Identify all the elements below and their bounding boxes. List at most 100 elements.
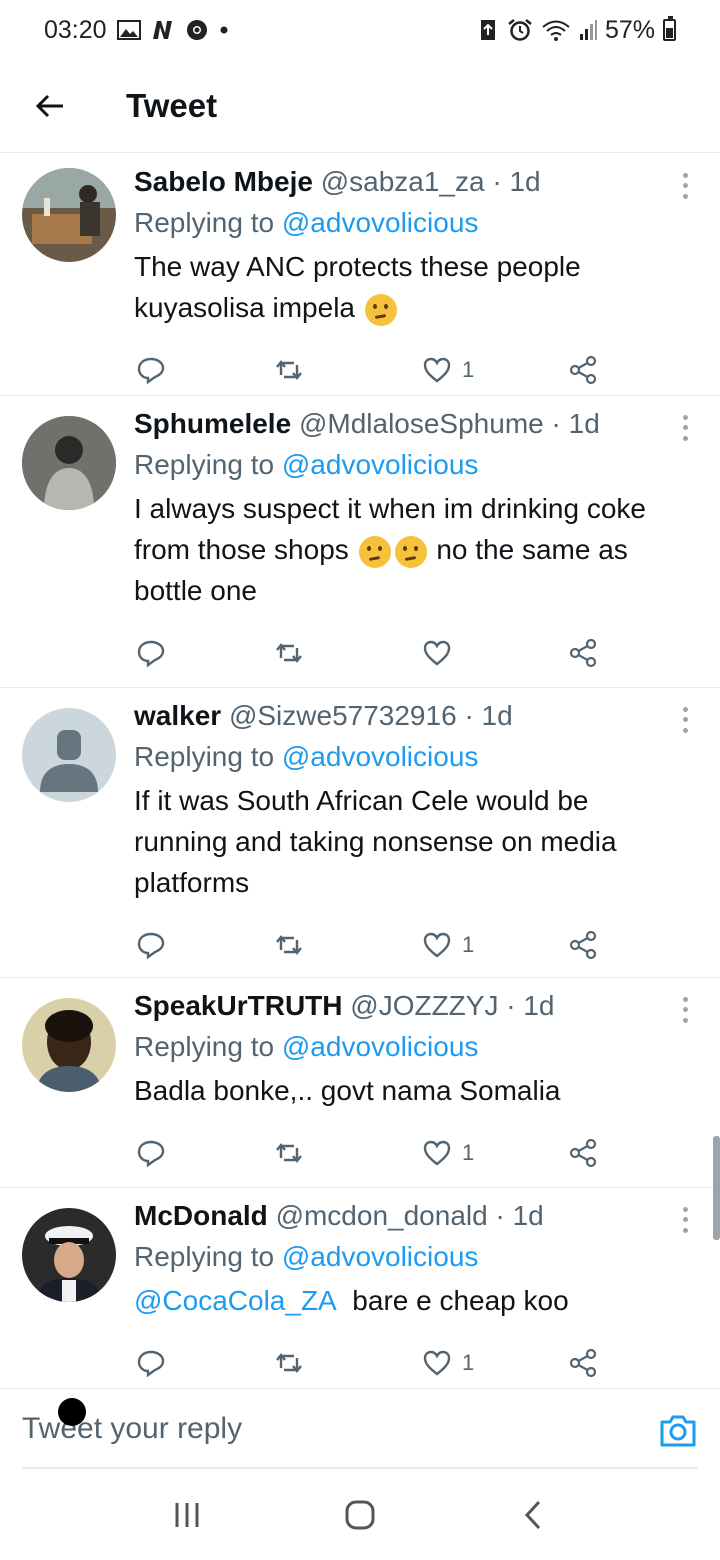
tweet-text-line: If it was South African Cele would be	[134, 785, 589, 816]
handle[interactable]: @sabza1_za	[321, 166, 485, 197]
more-options-button[interactable]	[678, 166, 692, 206]
handle[interactable]: @Sizwe57732916	[229, 700, 457, 731]
share-button[interactable]	[568, 1138, 598, 1168]
retweet-button[interactable]	[274, 355, 422, 385]
retweet-icon	[276, 360, 302, 380]
timestamp: · 1d	[551, 408, 600, 439]
replying-prefix: Replying to	[134, 207, 282, 238]
more-options-button[interactable]	[678, 990, 692, 1030]
replies-feed[interactable]: Sabelo Mbeje @sabza1_za · 1d Replying to…	[0, 154, 720, 1388]
recent-apps-button[interactable]	[157, 1485, 217, 1545]
reply-button[interactable]	[136, 638, 274, 668]
like-button[interactable]: 1	[422, 930, 568, 960]
avatar[interactable]	[22, 168, 116, 262]
replying-prefix: Replying to	[134, 741, 282, 772]
signal-icon	[579, 19, 597, 41]
reply-button[interactable]	[136, 1348, 274, 1378]
tweet-text-line: Badla bonke,.. govt nama Somalia	[134, 1075, 561, 1106]
like-button[interactable]	[422, 638, 568, 668]
tweet-actions: 1	[134, 915, 700, 975]
retweet-button[interactable]	[274, 638, 422, 668]
replying-to-link[interactable]: @advovolicious	[282, 207, 479, 238]
share-icon	[569, 1138, 597, 1168]
reply-button[interactable]	[136, 355, 274, 385]
tweet-item[interactable]: Sabelo Mbeje @sabza1_za · 1d Replying to…	[0, 154, 720, 396]
avatar[interactable]	[22, 998, 116, 1092]
avatar[interactable]	[22, 416, 116, 510]
avatar[interactable]	[22, 708, 116, 802]
more-options-button[interactable]	[678, 700, 692, 740]
like-button[interactable]: 1	[422, 355, 568, 385]
share-icon	[569, 355, 597, 385]
like-count: 1	[462, 1350, 475, 1375]
tweet-text-line: bare e cheap koo	[352, 1285, 569, 1316]
replying-to-link[interactable]: @advovolicious	[282, 1241, 479, 1272]
heart-icon	[423, 932, 451, 958]
reply-icon	[137, 1350, 165, 1378]
reply-bar	[0, 1388, 720, 1469]
handle[interactable]: @mcdon_donald	[276, 1200, 488, 1231]
retweet-button[interactable]	[274, 930, 422, 960]
reply-input[interactable]	[22, 1389, 622, 1469]
back-nav-button[interactable]	[503, 1485, 563, 1545]
more-options-button[interactable]	[678, 1200, 692, 1240]
handle[interactable]: @MdlaloseSphume	[299, 408, 544, 439]
handle[interactable]: @JOZZZYJ	[350, 990, 498, 1021]
tweet-item[interactable]: walker @Sizwe57732916 · 1d Replying to @…	[0, 688, 720, 978]
share-button[interactable]	[568, 1348, 598, 1378]
tweet-text: I always suspect it when im drinking cok…	[134, 488, 700, 611]
tweet-text-line: I always suspect it when im drinking cok…	[134, 493, 646, 524]
like-button[interactable]: 1	[422, 1138, 568, 1168]
scrollbar-thumb[interactable]	[713, 1136, 720, 1240]
replying-to-link[interactable]: @advovolicious	[282, 449, 479, 480]
display-name[interactable]: Sabelo Mbeje	[134, 166, 313, 197]
reply-button[interactable]	[136, 930, 274, 960]
tweet-text-line: running and taking nonsense on media	[134, 826, 617, 857]
more-options-button[interactable]	[678, 408, 692, 448]
retweet-button[interactable]	[274, 1138, 422, 1168]
tweet-item[interactable]: SpeakUrTRUTH @JOZZZYJ · 1d Replying to @…	[0, 978, 720, 1188]
timestamp: · 1d	[495, 1200, 544, 1231]
thinking-face-emoji-icon	[358, 535, 391, 568]
chevron-left-icon	[525, 1500, 541, 1530]
tweet-item[interactable]: McDonald @mcdon_donald · 1d Replying to …	[0, 1188, 720, 1388]
reply-button[interactable]	[136, 1138, 274, 1168]
mention-link[interactable]: @CocaCola_ZA	[134, 1285, 337, 1316]
share-button[interactable]	[568, 355, 598, 385]
display-name[interactable]: walker	[134, 700, 221, 731]
display-name[interactable]: SpeakUrTRUTH	[134, 990, 342, 1021]
tweet-text-line: from those shops	[134, 534, 349, 565]
like-button[interactable]: 1	[422, 1348, 568, 1378]
thinking-face-emoji-icon	[394, 535, 427, 568]
display-name[interactable]: McDonald	[134, 1200, 268, 1231]
camera-button[interactable]	[658, 1411, 698, 1451]
replying-prefix: Replying to	[134, 1031, 282, 1062]
share-button[interactable]	[568, 930, 598, 960]
replying-to: Replying to @advovolicious	[134, 1236, 700, 1278]
status-bar: 03:20 57%	[0, 0, 720, 60]
retweet-button[interactable]	[274, 1348, 422, 1378]
wifi-icon	[541, 18, 571, 42]
tweet-item[interactable]: Sphumelele @MdlaloseSphume · 1d Replying…	[0, 396, 720, 688]
share-button[interactable]	[568, 638, 598, 668]
tweet-text: @CocaCola_ZA bare e cheap koo	[134, 1280, 700, 1321]
tweet-header: McDonald @mcdon_donald · 1d	[134, 1196, 700, 1236]
tweet-text: Badla bonke,.. govt nama Somalia	[134, 1070, 700, 1111]
reply-icon	[137, 640, 165, 668]
thinking-face-emoji-icon	[364, 293, 397, 326]
like-count: 1	[462, 932, 475, 957]
avatar[interactable]	[22, 1208, 116, 1302]
tweet-header: walker @Sizwe57732916 · 1d	[134, 696, 700, 736]
timestamp: · 1d	[506, 990, 555, 1021]
back-button[interactable]	[0, 60, 100, 153]
replying-to: Replying to @advovolicious	[134, 1026, 700, 1068]
share-icon	[569, 638, 597, 668]
replying-to-link[interactable]: @advovolicious	[282, 1031, 479, 1062]
like-count: 1	[462, 1140, 475, 1165]
display-name[interactable]: Sphumelele	[134, 408, 291, 439]
recent-apps-icon	[175, 1503, 199, 1527]
replying-to: Replying to @advovolicious	[134, 736, 700, 778]
home-button[interactable]	[330, 1485, 390, 1545]
replying-to-link[interactable]: @advovolicious	[282, 741, 479, 772]
heart-icon	[423, 1350, 451, 1376]
